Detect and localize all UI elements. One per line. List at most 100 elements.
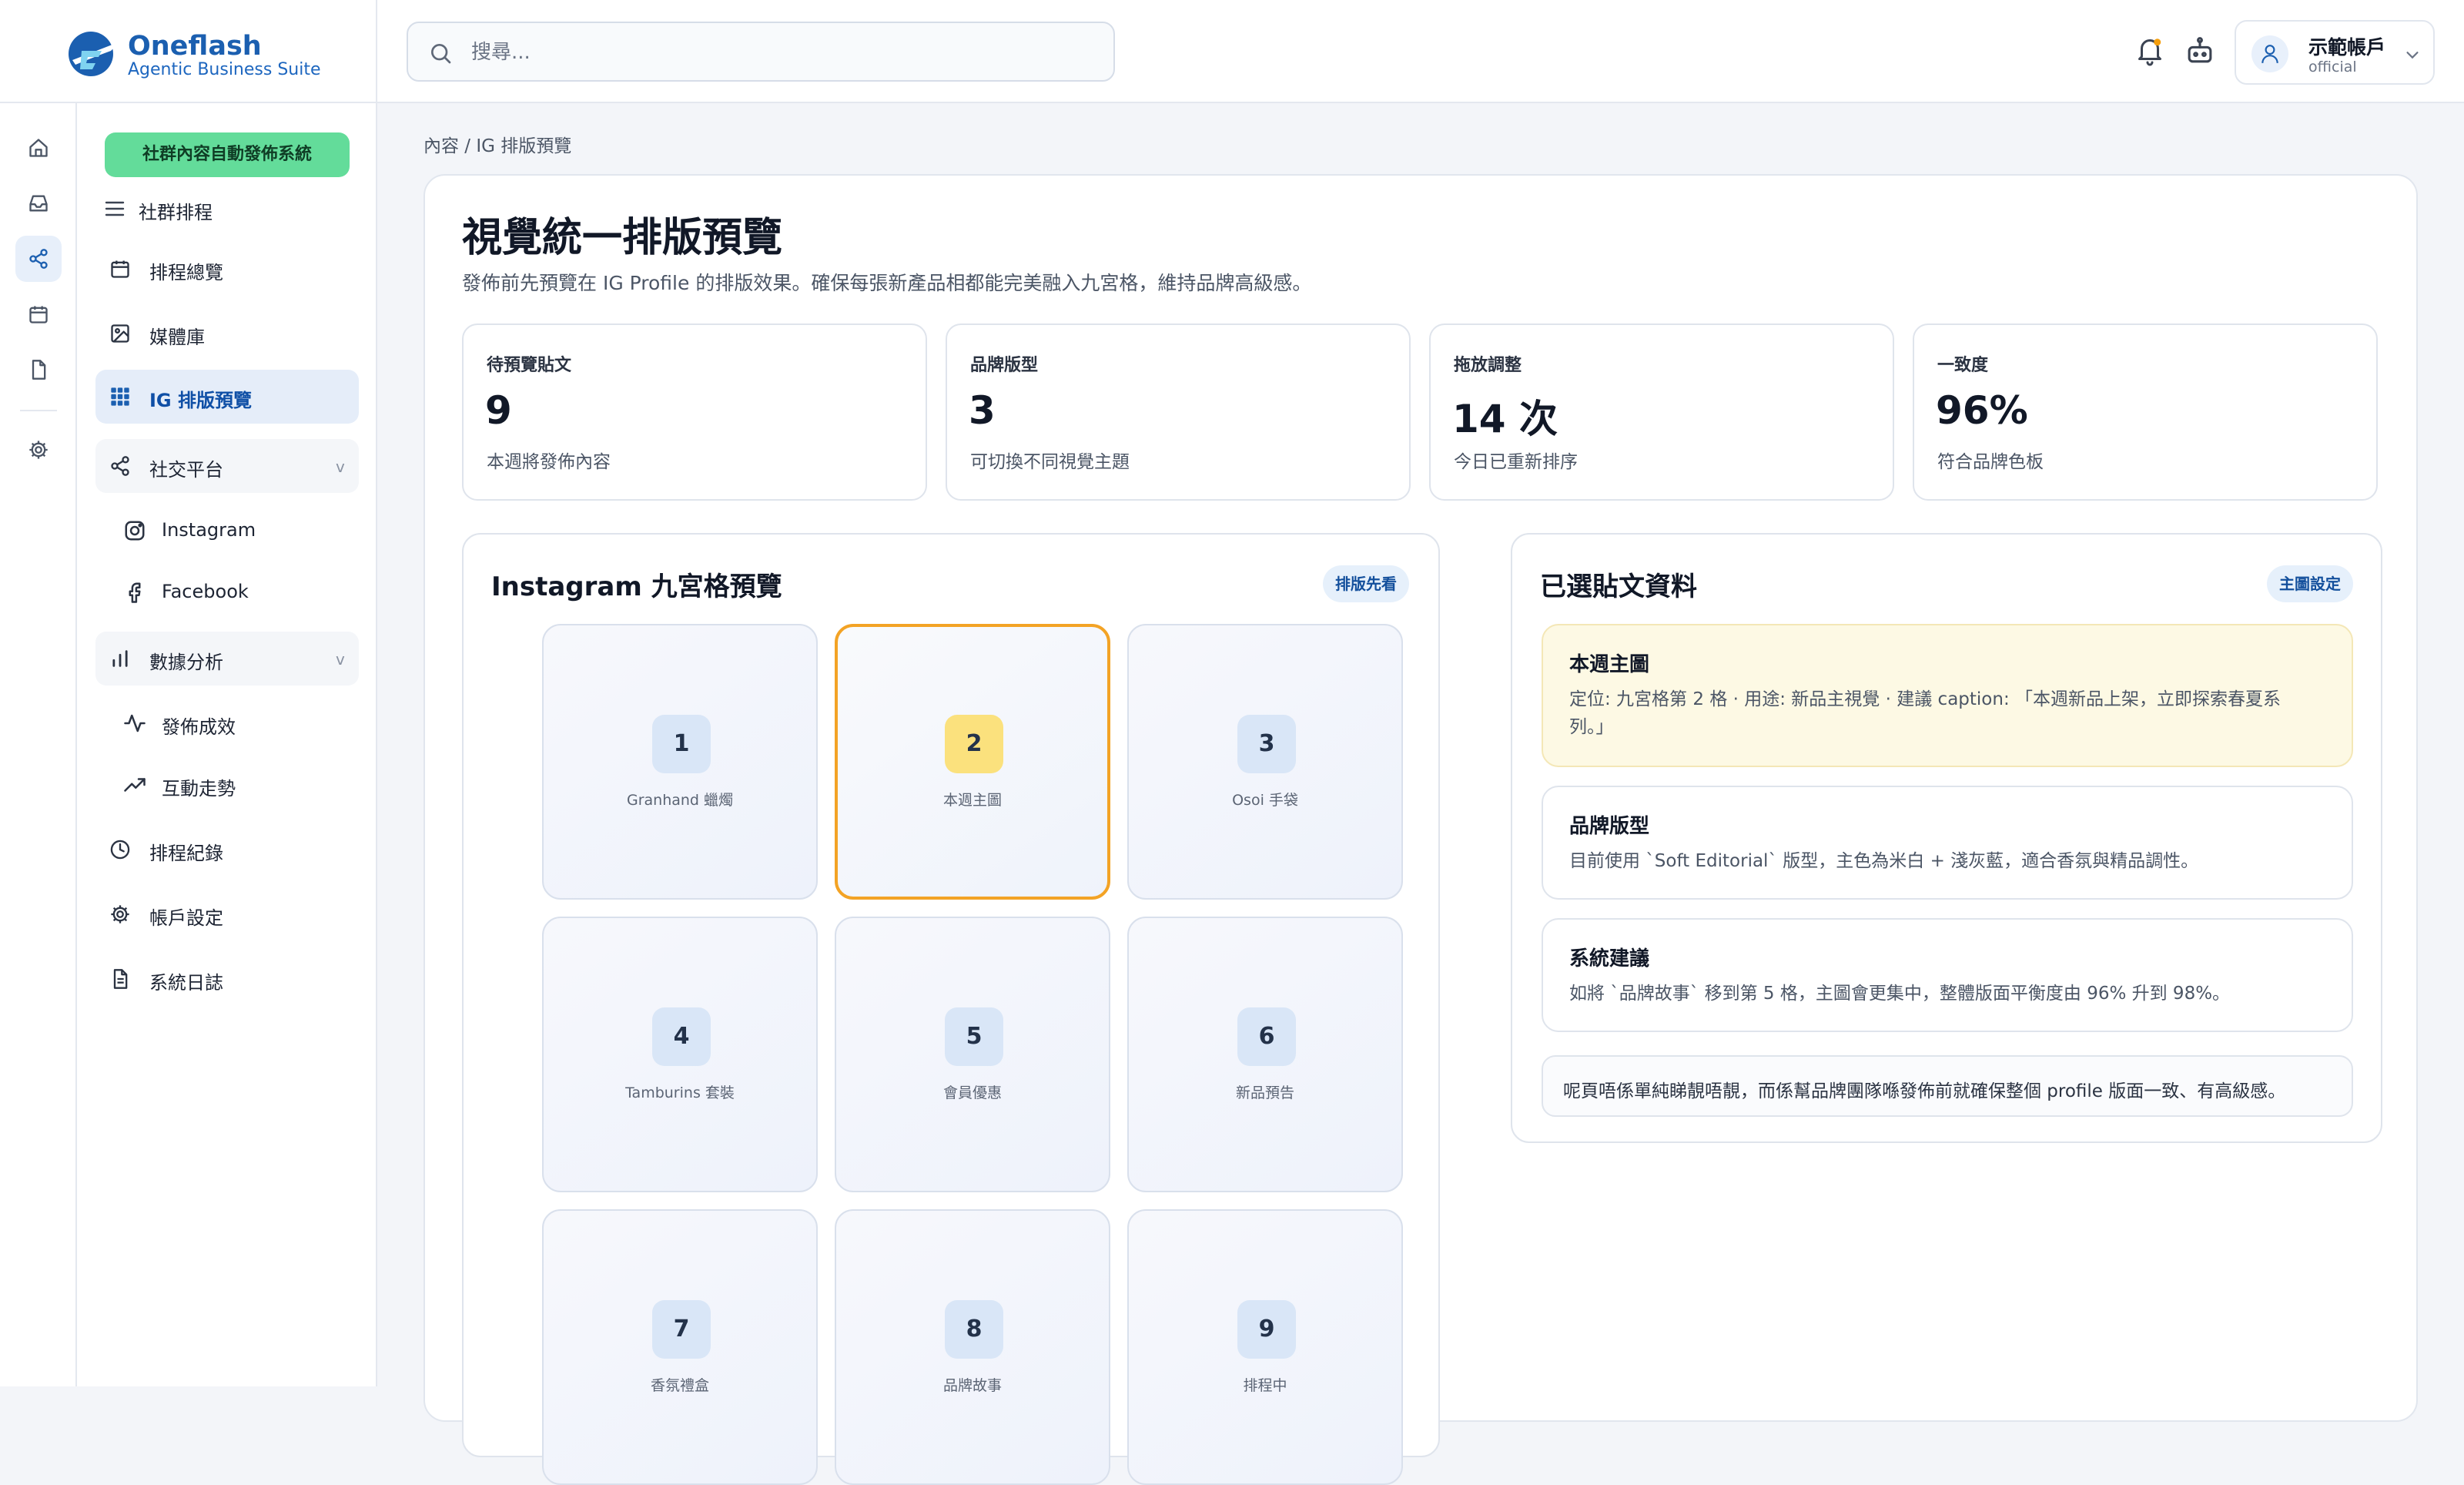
trending-up-icon [124, 778, 146, 792]
detail-card-title: 系統建議 [1569, 947, 1650, 970]
menu-icon [105, 201, 125, 216]
sidebar-item-label: Facebook [162, 581, 249, 602]
tile-caption: 本週主圖 [942, 792, 1002, 809]
note-text: 呢頁唔係單純睇靚唔靚，而係幫品牌團隊喺發佈前就確保整個 profile 版面一致… [1563, 1081, 2286, 1101]
stat-label: 一致度 [1937, 356, 1989, 375]
search-bar[interactable] [407, 22, 1115, 82]
main-content-card: 視覺統一排版預覽 發佈前先預覽在 IG Profile 的排版效果。確保每張新產… [424, 174, 2418, 1485]
sidebar-item-label: 系統日誌 [149, 972, 223, 994]
tile-caption: 品牌故事 [942, 1377, 1002, 1394]
bar-chart-icon [112, 650, 128, 667]
sidebar-item-schedule-history[interactable]: 排程紀錄 [95, 823, 359, 877]
stat-value: 96% [1936, 388, 2028, 433]
brand-area: Oneflash Agentic Business Suite [0, 0, 377, 103]
grid-tile[interactable]: 4 Tamburins 套裝 [542, 917, 818, 1192]
sidebar-item-label: 媒體庫 [149, 327, 205, 348]
sidebar-item-label: 排程紀錄 [149, 843, 223, 864]
grid-tile[interactable]: 7 香氛禮盒 [542, 1209, 818, 1485]
layout-preview-badge[interactable]: 排版先看 [1323, 565, 1409, 602]
tile-number: 2 [945, 715, 1003, 773]
rail-inbox[interactable] [15, 180, 62, 226]
stat-description: 本週將發佈內容 [487, 452, 611, 472]
share-icon [111, 456, 129, 476]
detail-card-body: 如將 `品牌故事` 移到第 5 格，主圖會更集中，整體版面平衡度由 96% 升到… [1569, 984, 2231, 1004]
notification-bell-icon[interactable] [2136, 35, 2164, 66]
avatar [2251, 35, 2288, 72]
detail-card-body: 目前使用 `Soft Editorial` 版型，主色為米白 + 淺灰藍，適合香… [1569, 851, 2199, 871]
calendar-icon [111, 260, 129, 278]
sidebar-item-label: Instagram [162, 519, 256, 541]
search-icon [428, 41, 453, 65]
tile-caption: Granhand 蠟燭 [626, 792, 734, 809]
account-role: official [2308, 59, 2357, 75]
search-input[interactable] [471, 34, 1087, 71]
system-button[interactable]: 社群內容自動發佈系統 [105, 132, 350, 177]
grid-tile[interactable]: 8 品牌故事 [835, 1209, 1110, 1485]
bot-icon[interactable] [2185, 35, 2215, 66]
page-title: 視覺統一排版預覽 [462, 215, 783, 261]
clock-icon [110, 840, 130, 860]
stat-description: 符合品牌色板 [1937, 452, 2044, 472]
rail-divider [20, 410, 57, 411]
tile-number: 4 [652, 1007, 711, 1066]
page-purpose-note: 呢頁唔係單純睇靚唔靚，而係幫品牌團隊喺發佈前就確保整個 profile 版面一致… [1542, 1055, 2353, 1117]
stat-value: 9 [485, 388, 512, 433]
sidebar-group-data-analysis[interactable]: 數據分析 v [95, 632, 359, 686]
stat-label: 品牌版型 [970, 356, 1039, 375]
chevron-down-icon: v [336, 458, 345, 476]
instagram-icon [125, 521, 145, 541]
grid-panel-title: Instagram 九宮格預覽 [491, 572, 782, 602]
sidebar: 社群內容自動發佈系統 社群排程 排程總覽 媒體庫 IG 排版預覽 社交平台 v … [77, 103, 377, 1386]
stat-label: 待預覽貼文 [487, 356, 572, 375]
sidebar-item-ig-preview[interactable]: IG 排版預覽 [95, 370, 359, 424]
grid-tile[interactable]: 3 Osoi 手袋 [1127, 624, 1403, 900]
sidebar-item-label: 排程總覽 [149, 262, 223, 283]
rail-calendar[interactable] [15, 291, 62, 337]
facebook-icon [129, 582, 141, 603]
stat-value: 3 [969, 388, 996, 433]
grid-tile[interactable]: 1 Granhand 蠟燭 [542, 624, 818, 900]
stat-value: 14 次 [1452, 397, 1558, 441]
stat-card-drag-adjustments: 拖放調整 14 次 今日已重新排序 [1429, 323, 1894, 501]
grid-tile[interactable]: 9 排程中 [1127, 1209, 1403, 1485]
gear-icon [111, 905, 129, 924]
tile-number: 5 [945, 1007, 1003, 1066]
tile-caption: Tamburins 套裝 [625, 1084, 735, 1101]
detail-card-body: 定位: 九宮格第 2 格 · 用途: 新品主視覺 · 建議 caption: 「… [1569, 689, 2282, 737]
selected-post-panel: 已選貼文資料 主圖設定 本週主圖 定位: 九宮格第 2 格 · 用途: 新品主視… [1511, 533, 2382, 1143]
top-header: Oneflash Agentic Business Suite 示範帳戶 off… [0, 0, 2464, 103]
tile-number: 1 [652, 715, 711, 773]
tile-caption: 香氛禮盒 [650, 1377, 709, 1394]
sidebar-section-title: 社群排程 [139, 202, 213, 223]
sidebar-group-social-platforms[interactable]: 社交平台 v [95, 439, 359, 493]
sidebar-subitem-engagement-trend[interactable]: 互動走勢 [120, 759, 351, 809]
sidebar-item-label: 數據分析 [149, 652, 223, 673]
sidebar-item-label: 帳戶設定 [149, 907, 223, 929]
grid-tile[interactable]: 6 新品預告 [1127, 917, 1403, 1192]
account-menu[interactable]: 示範帳戶 official [2235, 20, 2435, 85]
chevron-down-icon: v [336, 650, 345, 669]
sidebar-item-schedule-overview[interactable]: 排程總覽 [95, 242, 359, 296]
sidebar-item-account-settings[interactable]: 帳戶設定 [95, 887, 359, 941]
sidebar-item-media-library[interactable]: 媒體庫 [95, 307, 359, 360]
rail-documents[interactable] [15, 347, 62, 393]
stat-label: 拖放調整 [1454, 356, 1522, 375]
tile-caption: 新品預告 [1235, 1084, 1294, 1101]
rail-social[interactable] [15, 236, 62, 282]
icon-rail [0, 103, 77, 1386]
oneflash-logo-icon[interactable] [66, 29, 122, 79]
grid-tile[interactable]: 5 會員優惠 [835, 917, 1110, 1192]
rail-settings[interactable] [15, 427, 62, 473]
rail-home[interactable] [15, 125, 62, 171]
tile-number: 7 [652, 1300, 711, 1359]
detail-card-title: 品牌版型 [1569, 815, 1650, 838]
sidebar-subitem-instagram[interactable]: Instagram [120, 505, 351, 555]
main-image-settings-badge[interactable]: 主圖設定 [2267, 565, 2353, 602]
stat-description: 今日已重新排序 [1454, 452, 1578, 472]
brand-name: Oneflash [128, 31, 262, 62]
sidebar-item-system-log[interactable]: 系統日誌 [95, 952, 359, 1006]
grid-tile-selected[interactable]: 2 本週主圖 [835, 624, 1110, 900]
sidebar-subitem-publish-performance[interactable]: 發佈成效 [120, 698, 351, 747]
sidebar-subitem-facebook[interactable]: Facebook [120, 567, 351, 616]
detail-card-brand-template: 品牌版型 目前使用 `Soft Editorial` 版型，主色為米白 + 淺灰… [1542, 786, 2353, 900]
